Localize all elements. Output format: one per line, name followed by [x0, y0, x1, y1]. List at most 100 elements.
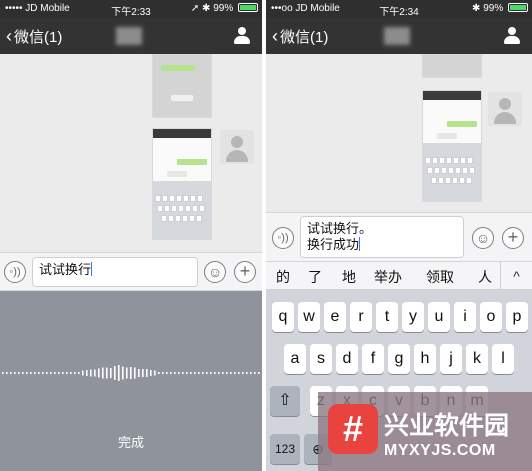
- sent-keyboard-screenshot[interactable]: [422, 90, 482, 202]
- sent-voice-screenshot[interactable]: [152, 54, 212, 118]
- back-label: 微信(1): [14, 29, 63, 46]
- waveform-bar: [114, 366, 116, 380]
- waveform-bar: [18, 372, 20, 374]
- key-h[interactable]: h: [414, 344, 436, 374]
- chevron-up-icon[interactable]: ^: [500, 262, 532, 290]
- key-e[interactable]: e: [324, 302, 346, 332]
- waveform-bar: [122, 366, 124, 380]
- message-input[interactable]: 试试换行。 换行成功: [300, 216, 464, 258]
- blurred-contact-name: [384, 27, 410, 45]
- battery-icon: [508, 3, 528, 12]
- key-u[interactable]: u: [428, 302, 450, 332]
- back-button[interactable]: ‹ 微信(1): [272, 26, 328, 47]
- waveform-bar: [222, 372, 224, 374]
- waveform-bar: [106, 367, 108, 379]
- key-i[interactable]: i: [454, 302, 476, 332]
- key-f[interactable]: f: [362, 344, 384, 374]
- waveform-bar: [26, 372, 28, 374]
- key-k[interactable]: k: [466, 344, 488, 374]
- sent-voice-screenshot[interactable]: [422, 54, 482, 78]
- watermark-logo: #: [328, 404, 378, 454]
- key-d[interactable]: d: [336, 344, 358, 374]
- waveform-bar: [230, 372, 232, 374]
- my-avatar[interactable]: [488, 92, 522, 126]
- shift-key[interactable]: ⇧: [270, 386, 300, 416]
- battery-fill: [510, 5, 526, 10]
- candidate-word[interactable]: 举办: [374, 267, 402, 287]
- watermark-name: 兴业软件园: [384, 412, 510, 440]
- waveform-bar: [94, 369, 96, 377]
- message-line-1: 试试换行。: [307, 221, 373, 236]
- waveform-bar: [126, 367, 128, 379]
- battery-percent: 99%: [483, 3, 504, 14]
- plus-button[interactable]: +: [502, 227, 524, 249]
- waveform-bar: [6, 372, 8, 374]
- waveform-bar: [110, 368, 112, 378]
- waveform-bar: [90, 369, 92, 377]
- waveform-bar: [194, 372, 196, 374]
- candidate-word[interactable]: 领取: [426, 267, 454, 287]
- key-a[interactable]: a: [284, 344, 306, 374]
- key-r[interactable]: r: [350, 302, 372, 332]
- waveform-bar: [206, 372, 208, 374]
- key-j[interactable]: j: [440, 344, 462, 374]
- watermark-url: MYXYJS.COM: [384, 442, 496, 459]
- waveform-bar: [186, 372, 188, 374]
- waveform-bar: [46, 372, 48, 374]
- my-avatar[interactable]: [220, 130, 254, 164]
- profile-icon[interactable]: [234, 27, 250, 45]
- waveform-bar: [166, 372, 168, 374]
- back-button[interactable]: ‹ 微信(1): [6, 26, 62, 47]
- waveform-bar: [138, 369, 140, 377]
- emoji-button[interactable]: ☺: [472, 227, 494, 249]
- key-p[interactable]: p: [506, 302, 528, 332]
- key-s[interactable]: s: [310, 344, 332, 374]
- battery-fill: [240, 5, 256, 10]
- message-line-2: 换行成功: [307, 237, 360, 252]
- left-phone-screen: ••••• JD Mobile 下午2:33 ➚ ✱ 99% ‹ 微信(1) ◦)…: [0, 0, 262, 471]
- input-bar: ◦)) 试试换行。 换行成功 ☺ +: [266, 212, 532, 262]
- sent-keyboard-screenshot[interactable]: [152, 128, 212, 240]
- bluetooth-icon: ✱: [202, 3, 211, 14]
- key-t[interactable]: t: [376, 302, 398, 332]
- candidate-word[interactable]: 了: [308, 267, 322, 287]
- candidate-word[interactable]: 的: [276, 267, 290, 287]
- emoji-button[interactable]: ☺: [204, 261, 226, 283]
- voice-toggle-button[interactable]: ◦)): [272, 227, 294, 249]
- status-right: ➚ ✱ 99%: [191, 3, 258, 14]
- waveform-bar: [142, 369, 144, 377]
- waveform-bar: [134, 367, 136, 379]
- candidate-word[interactable]: 地: [342, 267, 356, 287]
- voice-toggle-button[interactable]: ◦)): [4, 261, 26, 283]
- input-bar: ◦)) 试试换行 ☺ +: [0, 252, 262, 291]
- done-button[interactable]: 完成: [0, 432, 262, 451]
- waveform-bar: [190, 372, 192, 374]
- waveform-bar: [238, 372, 240, 374]
- key-w[interactable]: w: [298, 302, 320, 332]
- waveform-bar: [246, 372, 248, 374]
- key-y[interactable]: y: [402, 302, 424, 332]
- blurred-contact-name: [116, 27, 142, 45]
- waveform-bar: [2, 372, 4, 374]
- candidate-word[interactable]: 人: [478, 267, 492, 287]
- message-input[interactable]: 试试换行: [32, 257, 198, 287]
- key-q[interactable]: q: [272, 302, 294, 332]
- battery-icon: [238, 3, 258, 12]
- waveform-bar: [54, 372, 56, 374]
- waveform-bar: [202, 372, 204, 374]
- key-o[interactable]: o: [480, 302, 502, 332]
- waveform-bar: [250, 372, 252, 374]
- back-label: 微信(1): [280, 29, 329, 46]
- waveform-bar: [242, 372, 244, 374]
- numbers-key[interactable]: 123: [270, 434, 300, 464]
- waveform-bar: [150, 370, 152, 376]
- waveform-bar: [42, 372, 44, 374]
- plus-button[interactable]: +: [234, 261, 256, 283]
- chevron-left-icon: ‹: [272, 26, 278, 46]
- text-caret: [359, 237, 361, 251]
- status-bar: •••oo JD Mobile 下午2:34 ✱ 99%: [266, 0, 532, 18]
- waveform-bar: [34, 372, 36, 374]
- key-l[interactable]: l: [492, 344, 514, 374]
- key-g[interactable]: g: [388, 344, 410, 374]
- profile-icon[interactable]: [504, 27, 520, 45]
